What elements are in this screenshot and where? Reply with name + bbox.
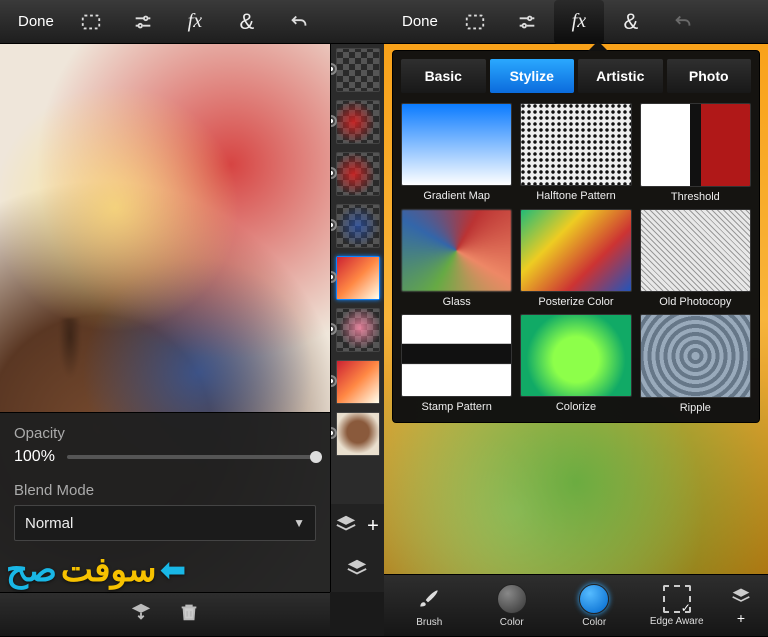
blend-mode-label: Blend Mode — [14, 482, 316, 499]
edge-aware-icon — [663, 585, 691, 613]
watermark-word1: سوفت — [61, 550, 157, 590]
watermark: ⬅ سوفت صح — [6, 550, 186, 590]
amp-tool-icon[interactable]: & — [222, 0, 272, 44]
tool-label: Color — [500, 617, 524, 628]
fx-ripple[interactable]: Ripple — [640, 314, 751, 414]
layers-strip: + — [330, 44, 384, 592]
slider-thumb-icon[interactable] — [310, 451, 322, 463]
tool-color-2[interactable]: Color — [553, 584, 636, 628]
layer-thumb[interactable] — [336, 412, 380, 456]
brush-icon — [414, 584, 444, 614]
layer-thumb[interactable] — [336, 360, 380, 404]
fx-panel: Basic Stylize Artistic Photo Gradient Ma… — [392, 50, 760, 423]
done-button[interactable]: Done — [8, 7, 64, 36]
tool-label: Color — [582, 617, 606, 628]
tool-color-1[interactable]: Color — [471, 584, 554, 628]
fx-grid: Gradient Map Halftone Pattern Threshold … — [401, 103, 751, 414]
layers-stack-icon[interactable] — [346, 557, 368, 584]
tab-basic[interactable]: Basic — [401, 59, 486, 93]
select-tool-icon[interactable] — [450, 0, 500, 44]
fx-halftone[interactable]: Halftone Pattern — [520, 103, 631, 203]
tool-label: Brush — [416, 617, 442, 628]
undo-icon[interactable] — [274, 0, 324, 44]
tool-brush[interactable]: Brush — [388, 584, 471, 628]
tab-stylize[interactable]: Stylize — [490, 59, 575, 93]
layer-thumb[interactable] — [336, 48, 380, 92]
color-dot-icon — [579, 584, 609, 614]
fx-posterize[interactable]: Posterize Color — [520, 209, 631, 309]
fx-tabs: Basic Stylize Artistic Photo — [401, 59, 751, 93]
merge-down-icon[interactable] — [130, 601, 152, 628]
toolbar-right: Done fx & — [384, 0, 768, 44]
tab-photo[interactable]: Photo — [667, 59, 752, 93]
fx-frame: Basic Stylize Artistic Photo Gradient Ma… — [384, 44, 768, 592]
fx-tool-icon[interactable]: fx — [170, 0, 220, 44]
undo-icon — [658, 0, 708, 44]
blend-mode-dropdown[interactable]: Normal ▼ — [14, 505, 316, 541]
adjust-tool-icon[interactable] — [118, 0, 168, 44]
layer-thumb[interactable] — [336, 100, 380, 144]
trash-icon[interactable] — [178, 601, 200, 628]
plus-icon[interactable]: + — [367, 515, 379, 538]
layer-thumb[interactable] — [336, 204, 380, 248]
right-app-pane: Done fx & Basic Stylize Artistic Photo G… — [384, 0, 768, 636]
toolbar-left: Done fx & — [0, 0, 384, 44]
color-dot-icon — [497, 584, 527, 614]
tool-label: Edge Aware — [650, 616, 704, 627]
opacity-slider[interactable] — [67, 455, 316, 459]
tool-edge-aware[interactable]: Edge Aware — [636, 585, 719, 627]
watermark-word2: صح — [6, 550, 57, 590]
adjust-tool-icon[interactable] — [502, 0, 552, 44]
opacity-value: 100% — [14, 448, 55, 466]
layers-stack-icon — [728, 586, 754, 606]
fx-colorize[interactable]: Colorize — [520, 314, 631, 414]
plus-icon: + — [737, 610, 745, 626]
layer-thumb[interactable] — [336, 152, 380, 196]
layers-shortcut[interactable]: + — [718, 575, 764, 637]
bottom-bar-left — [0, 592, 330, 636]
opacity-label: Opacity — [14, 425, 316, 442]
chevron-down-icon: ▼ — [293, 516, 305, 530]
left-app-pane: Done fx & + — [0, 0, 384, 636]
fx-tool-icon[interactable]: fx — [554, 0, 604, 44]
layer-thumb[interactable] — [336, 256, 380, 300]
done-button[interactable]: Done — [392, 7, 448, 36]
fx-glass[interactable]: Glass — [401, 209, 512, 309]
fx-gradient-map[interactable]: Gradient Map — [401, 103, 512, 203]
arrow-icon: ⬅ — [161, 553, 186, 588]
layer-thumb[interactable] — [336, 308, 380, 352]
blend-mode-value: Normal — [25, 515, 73, 532]
amp-tool-icon[interactable]: & — [606, 0, 656, 44]
bottom-bar-right: Brush Color Color Edge Aware + — [384, 574, 768, 636]
fx-photocopy[interactable]: Old Photocopy — [640, 209, 751, 309]
fx-stamp[interactable]: Stamp Pattern — [401, 314, 512, 414]
layers-stack-icon[interactable] — [335, 513, 357, 540]
select-tool-icon[interactable] — [66, 0, 116, 44]
tab-artistic[interactable]: Artistic — [578, 59, 663, 93]
fx-threshold[interactable]: Threshold — [640, 103, 751, 203]
